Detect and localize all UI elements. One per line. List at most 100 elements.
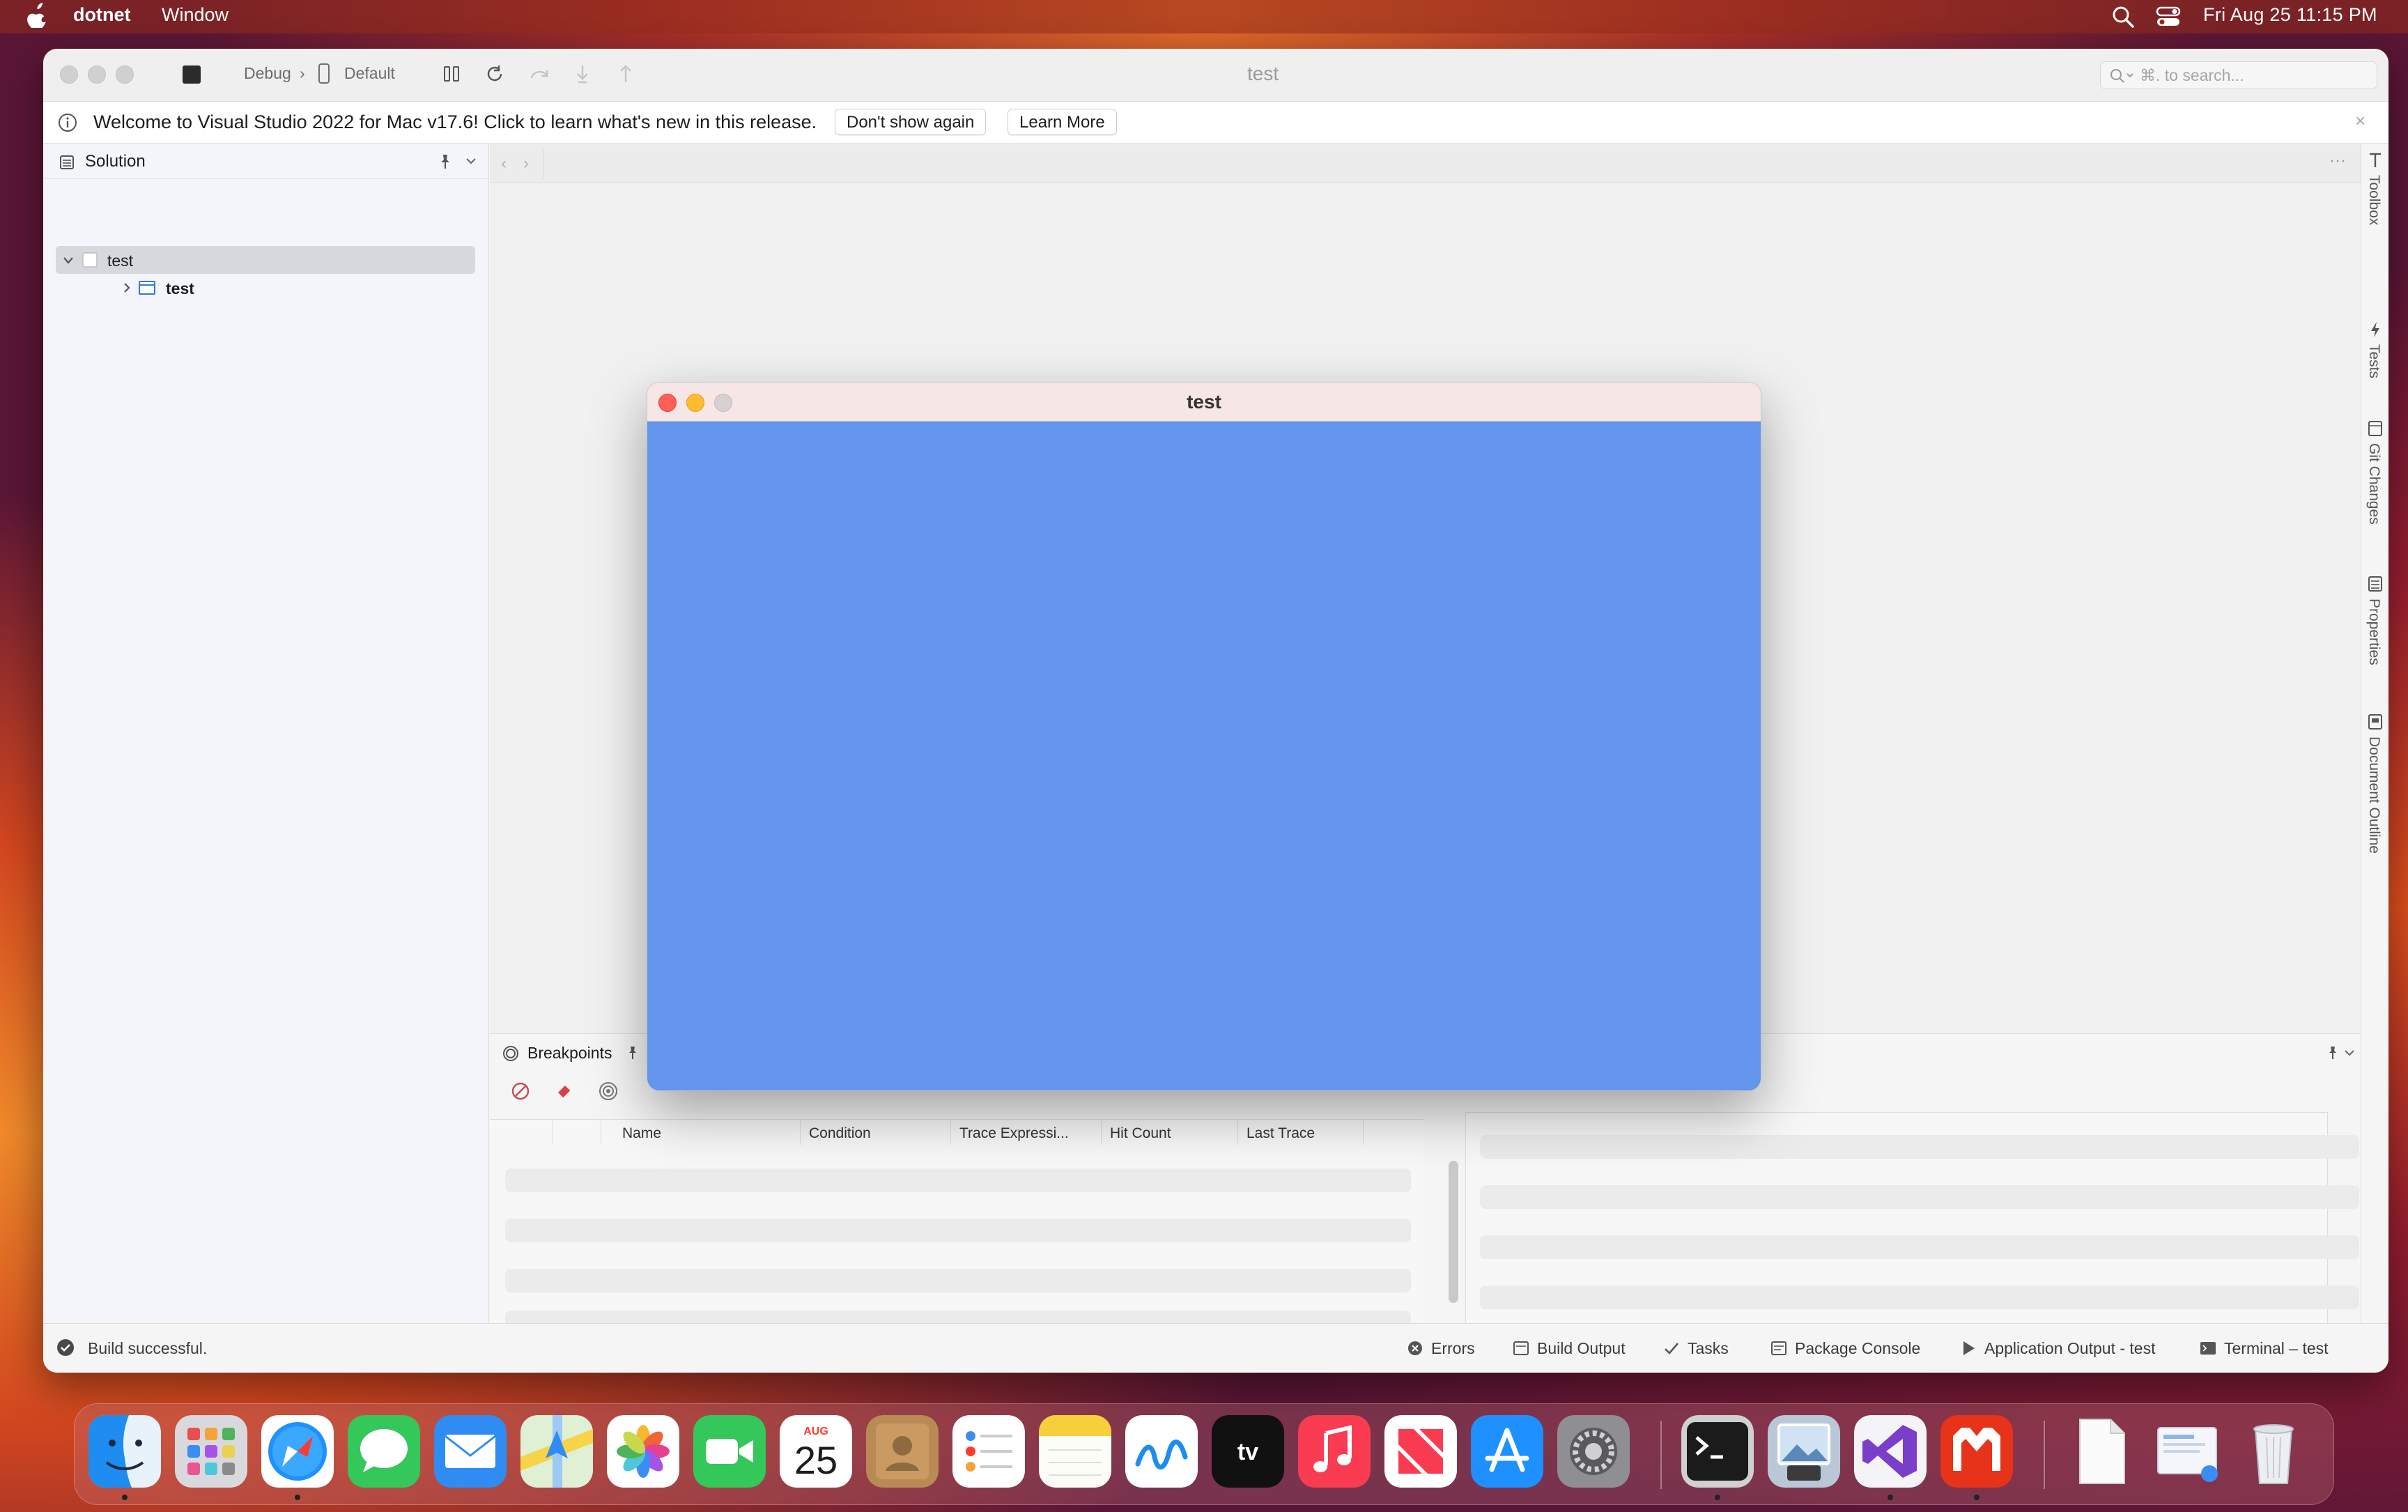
pin-icon[interactable] — [626, 1045, 639, 1060]
dock-app-monogame[interactable] — [1940, 1415, 2013, 1488]
chevron-down-icon[interactable] — [61, 254, 75, 267]
dock-app-app-store[interactable] — [1471, 1415, 1543, 1488]
dock-app-calendar[interactable]: AUG 25 — [780, 1415, 852, 1488]
navigate-forward-button[interactable]: › — [523, 154, 529, 173]
more-tabs-button[interactable]: ··· — [2329, 151, 2346, 171]
dock-app-launchpad[interactable] — [175, 1415, 247, 1488]
step-into-icon[interactable] — [570, 61, 595, 86]
play-icon — [1963, 1341, 1975, 1355]
dock-app-maps[interactable] — [520, 1415, 593, 1488]
tasks-checkmark-icon — [1665, 1343, 1678, 1355]
welcome-message[interactable]: Welcome to Visual Studio 2022 for Mac v1… — [93, 111, 817, 133]
menu-bar: dotnet Window Fri Aug 25 11:15 PM — [0, 0, 2408, 33]
vertical-scrollbar[interactable] — [1449, 1161, 1458, 1303]
restart-icon[interactable] — [482, 61, 507, 86]
pin-icon[interactable] — [438, 153, 453, 171]
calendar-icon: AUG 25 — [780, 1415, 852, 1488]
app-menu[interactable]: dotnet — [73, 4, 130, 26]
step-over-icon[interactable] — [527, 61, 552, 86]
device-selector[interactable]: Default — [344, 64, 395, 83]
breakpoints-pad-title[interactable]: Breakpoints — [527, 1044, 612, 1063]
placeholder-row — [505, 1168, 1411, 1192]
tree-item-solution[interactable]: test — [56, 246, 475, 274]
error-icon — [1408, 1341, 1422, 1355]
learn-more-button[interactable]: Learn More — [1008, 109, 1117, 135]
downloads-stack-icon — [2157, 1427, 2218, 1482]
chevron-down-icon[interactable] — [2343, 1048, 2356, 1058]
dock-app-visual-studio[interactable] — [1854, 1415, 1927, 1488]
dock-app-messages[interactable] — [348, 1415, 420, 1488]
window-menu[interactable]: Window — [162, 4, 229, 26]
tree-item-project[interactable]: test — [56, 274, 475, 302]
build-status: Build successful. — [88, 1339, 208, 1357]
dock-app-notes[interactable] — [1039, 1415, 1111, 1488]
solution-pad-title: Solution — [85, 152, 146, 171]
apple-menu-icon[interactable] — [26, 3, 47, 28]
dock-app-preview[interactable] — [1768, 1415, 1840, 1488]
contacts-icon — [866, 1415, 939, 1488]
new-breakpoint-icon[interactable] — [509, 1080, 532, 1102]
minimize-window-button[interactable] — [88, 65, 106, 84]
column-header[interactable]: Name — [601, 1120, 801, 1145]
navigate-back-button[interactable]: ‹ — [501, 154, 507, 173]
dock-app-finder[interactable] — [88, 1415, 161, 1488]
dock-app-safari[interactable] — [261, 1415, 334, 1488]
toolbox-icon — [2370, 153, 2381, 167]
column-header[interactable] — [490, 1120, 553, 1145]
app-window-titlebar[interactable]: test — [647, 383, 1761, 422]
global-search-input[interactable]: ⌘. to search... — [2100, 61, 2377, 89]
finder-icon — [88, 1415, 161, 1488]
remove-breakpoint-icon[interactable] — [554, 1080, 576, 1102]
step-out-icon[interactable] — [613, 61, 638, 86]
column-header[interactable] — [553, 1120, 601, 1145]
welcome-infobar[interactable]: Welcome to Visual Studio 2022 for Mac v1… — [43, 102, 2388, 144]
chevron-down-icon[interactable] — [464, 155, 478, 167]
dock-item-trash[interactable] — [2237, 1415, 2310, 1488]
terminal-icon — [2200, 1342, 2216, 1355]
status-bar: Build successful. Errors Build Output Ta… — [43, 1323, 2388, 1373]
game-canvas[interactable] — [647, 422, 1761, 1090]
running-app-window[interactable]: test — [647, 382, 1761, 1091]
close-infobar-icon[interactable]: × — [2355, 110, 2365, 132]
pause-icon[interactable] — [439, 61, 464, 86]
dock-app-system-settings[interactable] — [1557, 1415, 1630, 1488]
spotlight-search-icon[interactable] — [2111, 5, 2135, 29]
toggle-breakpoints-icon[interactable] — [597, 1080, 619, 1102]
freeform-icon — [1125, 1415, 1198, 1488]
dock-app-reminders[interactable] — [952, 1415, 1025, 1488]
dock-item-document[interactable] — [2064, 1415, 2137, 1488]
stop-button[interactable] — [183, 65, 201, 84]
dock-app-contacts[interactable] — [866, 1415, 939, 1488]
solution-pad: Solution test test — [43, 144, 489, 1323]
dock-app-music[interactable] — [1298, 1415, 1371, 1488]
column-header[interactable]: Last Trace — [1238, 1120, 1364, 1145]
dock-item-downloads[interactable] — [2151, 1415, 2223, 1488]
dock-app-freeform[interactable] — [1125, 1415, 1198, 1488]
dock-app-news[interactable] — [1384, 1415, 1457, 1488]
package-console-icon — [1771, 1341, 1786, 1355]
dont-show-again-button[interactable]: Don't show again — [835, 109, 987, 135]
menubar-clock[interactable]: Fri Aug 25 11:15 PM — [2203, 4, 2377, 26]
mail-icon — [434, 1415, 507, 1488]
dock-app-terminal[interactable] — [1681, 1415, 1754, 1488]
pad-tab-label: Terminal – test — [2224, 1339, 2329, 1357]
dock-app-photos[interactable] — [607, 1415, 679, 1488]
chevron-right-icon[interactable] — [120, 281, 134, 294]
maps-icon — [520, 1415, 593, 1488]
close-window-button[interactable] — [60, 65, 78, 84]
running-indicator — [1715, 1495, 1720, 1500]
dock-app-mail[interactable] — [434, 1415, 507, 1488]
column-header[interactable]: Trace Expressi... — [951, 1120, 1102, 1145]
control-center-icon[interactable] — [2156, 6, 2181, 28]
configuration-selector[interactable]: Debug — [244, 64, 291, 83]
pin-icon[interactable] — [2326, 1045, 2339, 1060]
placeholder-row — [1480, 1135, 2359, 1159]
dock-app-tv[interactable]: tv — [1212, 1415, 1284, 1488]
zoom-window-button[interactable] — [116, 65, 134, 84]
dock-app-facetime[interactable] — [693, 1415, 766, 1488]
svg-text:tv: tv — [1237, 1439, 1258, 1465]
rail-label: Properties — [2366, 599, 2382, 665]
column-header[interactable]: Hit Count — [1102, 1120, 1238, 1145]
pad-tab-label: Application Output - test — [1984, 1339, 2156, 1357]
column-header[interactable]: Condition — [801, 1120, 951, 1145]
